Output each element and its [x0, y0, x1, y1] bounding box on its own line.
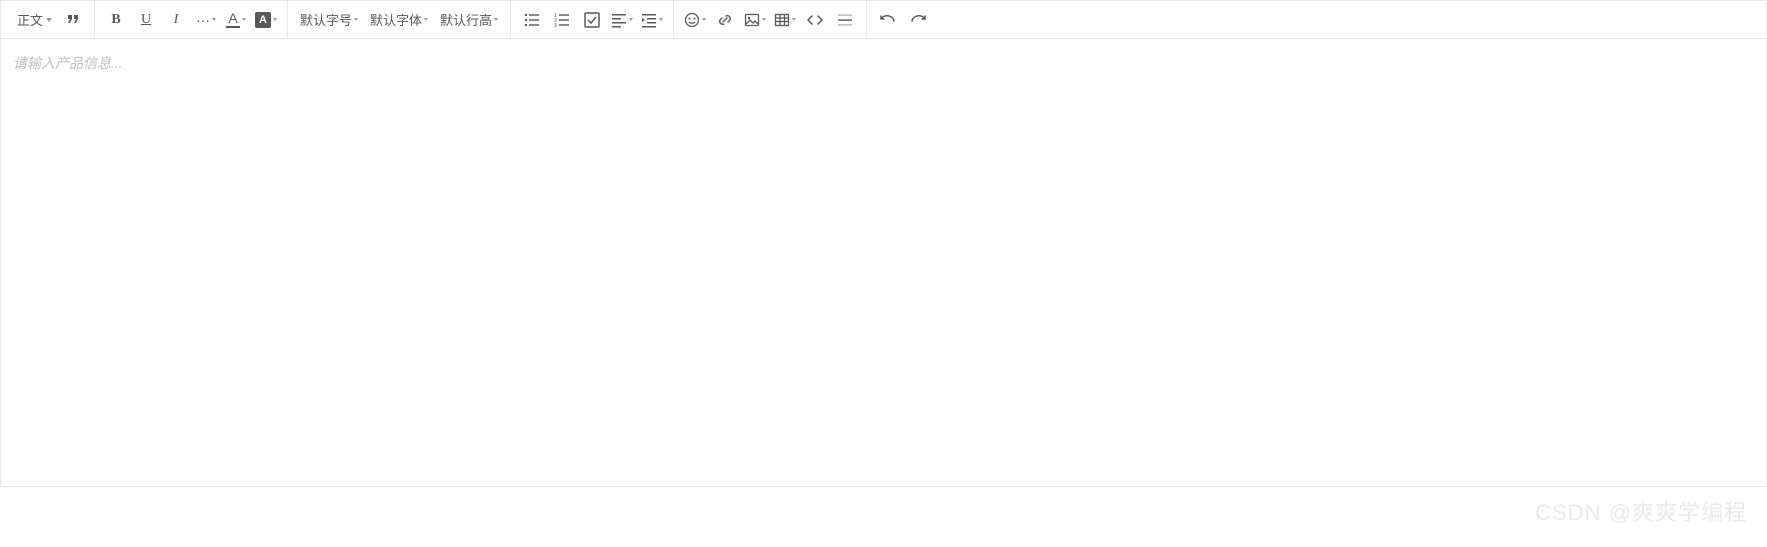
- redo-icon: [910, 12, 926, 28]
- editor-container: 正文 B U I ··· A: [0, 0, 1767, 487]
- toolbar-group-list: 123: [511, 1, 674, 38]
- font-size-select[interactable]: 默认字号: [294, 5, 364, 35]
- toolbar-group-heading: 正文: [5, 1, 95, 38]
- code-button[interactable]: [800, 5, 830, 35]
- chevron-down-icon: [273, 18, 277, 21]
- heading-label: 正文: [17, 10, 43, 29]
- blockquote-button[interactable]: [58, 5, 88, 35]
- table-icon: [774, 12, 790, 28]
- table-button[interactable]: [770, 5, 800, 35]
- undo-icon: [880, 12, 896, 28]
- italic-icon: I: [174, 12, 179, 28]
- watermark: CSDN @爽爽学编程: [1535, 495, 1747, 527]
- image-icon: [744, 12, 760, 28]
- ordered-list-button[interactable]: 123: [547, 5, 577, 35]
- chevron-down-icon: [629, 18, 633, 21]
- chevron-down-icon: [212, 18, 216, 21]
- image-button[interactable]: [740, 5, 770, 35]
- chevron-down-icon: [762, 18, 766, 21]
- underline-button[interactable]: U: [131, 5, 161, 35]
- checklist-button[interactable]: [577, 5, 607, 35]
- chevron-down-icon: [354, 18, 358, 21]
- chevron-down-icon: [46, 18, 52, 22]
- editor-content[interactable]: 请输入产品信息...: [1, 39, 1766, 486]
- more-icon: ···: [196, 12, 210, 28]
- bg-color-button[interactable]: A: [251, 5, 281, 35]
- chevron-down-icon: [702, 18, 706, 21]
- toolbar-group-text-style: B U I ··· A A: [95, 1, 288, 38]
- emoji-button[interactable]: [680, 5, 710, 35]
- undo-button[interactable]: [873, 5, 903, 35]
- divider-button[interactable]: [830, 5, 860, 35]
- chevron-down-icon: [424, 18, 428, 21]
- emoji-icon: [684, 12, 700, 28]
- font-color-button[interactable]: A: [221, 5, 251, 35]
- heading-select[interactable]: 正文: [11, 5, 58, 35]
- ordered-list-icon: 123: [554, 12, 570, 28]
- toolbar-group-history: [867, 1, 939, 38]
- editor-placeholder: 请输入产品信息...: [13, 55, 123, 71]
- divider-icon: [837, 12, 853, 28]
- bold-icon: B: [111, 12, 120, 28]
- indent-button[interactable]: [637, 5, 667, 35]
- chevron-down-icon: [242, 18, 246, 21]
- line-height-label: 默认行高: [440, 10, 492, 29]
- svg-text:3: 3: [554, 23, 557, 28]
- font-size-label: 默认字号: [300, 10, 352, 29]
- code-icon: [807, 12, 823, 28]
- underline-icon: U: [141, 12, 151, 28]
- redo-button[interactable]: [903, 5, 933, 35]
- more-styles-button[interactable]: ···: [191, 5, 221, 35]
- toolbar: 正文 B U I ··· A: [1, 1, 1766, 39]
- bg-color-icon: A: [255, 12, 271, 28]
- toolbar-group-font: 默认字号 默认字体 默认行高: [288, 1, 511, 38]
- italic-button[interactable]: I: [161, 5, 191, 35]
- unordered-list-button[interactable]: [517, 5, 547, 35]
- link-icon: [717, 12, 733, 28]
- quote-icon: [65, 12, 81, 28]
- bold-button[interactable]: B: [101, 5, 131, 35]
- link-button[interactable]: [710, 5, 740, 35]
- indent-icon: [641, 12, 657, 28]
- unordered-list-icon: [524, 12, 540, 28]
- chevron-down-icon: [659, 18, 663, 21]
- chevron-down-icon: [494, 18, 498, 21]
- toolbar-group-insert: [674, 1, 867, 38]
- font-family-select[interactable]: 默认字体: [364, 5, 434, 35]
- line-height-select[interactable]: 默认行高: [434, 5, 504, 35]
- checklist-icon: [584, 12, 600, 28]
- font-color-icon: A: [226, 11, 240, 28]
- chevron-down-icon: [792, 18, 796, 21]
- font-family-label: 默认字体: [370, 10, 422, 29]
- align-button[interactable]: [607, 5, 637, 35]
- align-icon: [611, 12, 627, 28]
